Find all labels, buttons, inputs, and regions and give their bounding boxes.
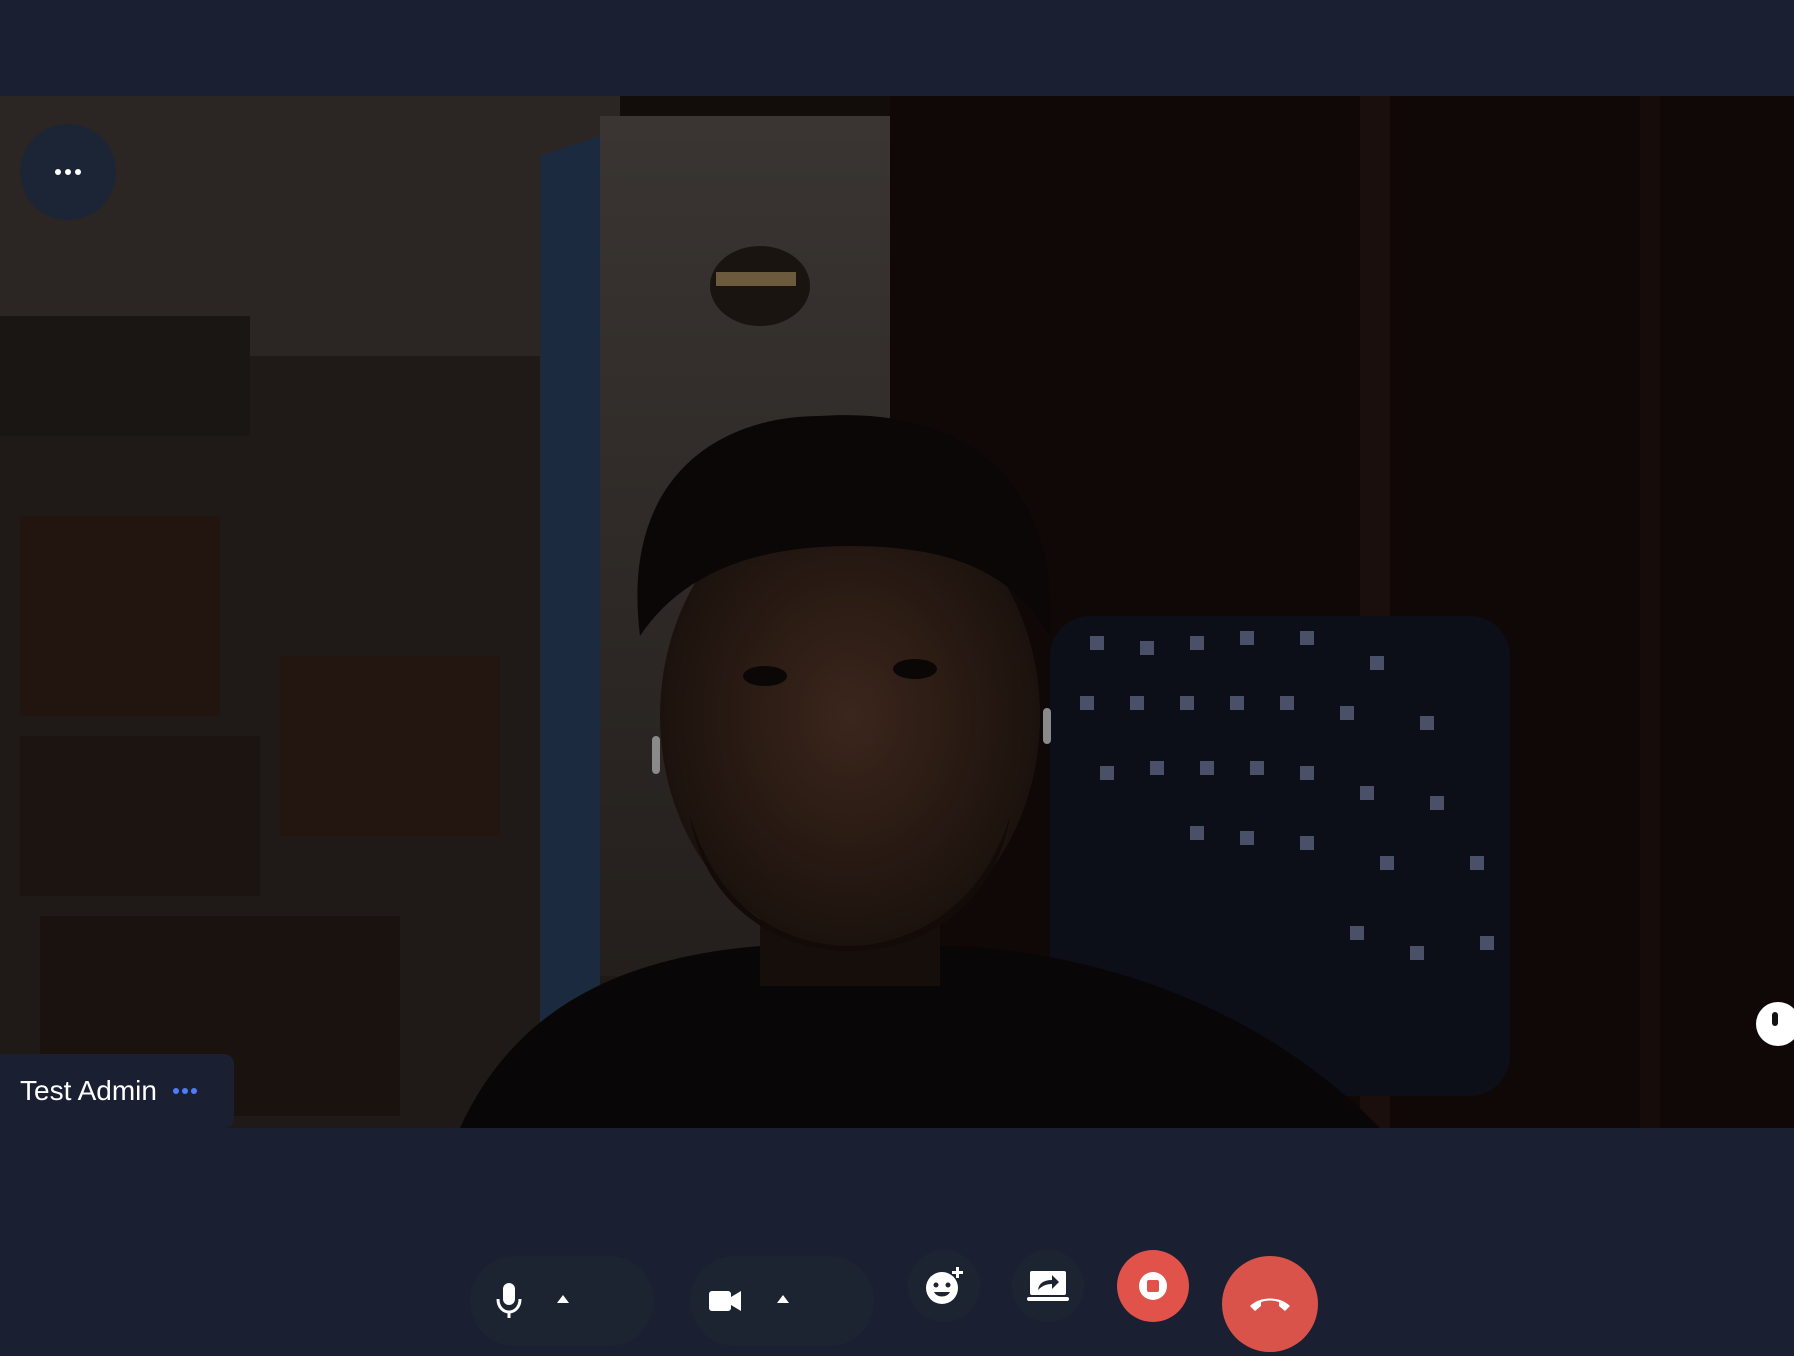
more-options-button[interactable]	[20, 124, 116, 220]
call-control-bar	[0, 1240, 1794, 1356]
share-screen-icon	[1027, 1271, 1069, 1301]
video-camera-icon[interactable]	[708, 1288, 742, 1314]
share-screen-button[interactable]	[1012, 1250, 1084, 1322]
participant-name-tag: Test Admin	[0, 1054, 234, 1128]
caret-up-icon[interactable]	[776, 1294, 790, 1304]
participant-video-tile	[0, 96, 1794, 1128]
reactions-button[interactable]	[908, 1250, 980, 1322]
microphone-control[interactable]	[470, 1256, 654, 1346]
participant-name: Test Admin	[20, 1075, 157, 1106]
stop-recording-button[interactable]	[1117, 1250, 1189, 1322]
caret-up-icon[interactable]	[556, 1294, 570, 1304]
microphone-icon[interactable]	[494, 1281, 524, 1321]
phone-hangup-icon	[1250, 1298, 1290, 1311]
emoji-add-icon	[926, 1267, 963, 1304]
partial-emoji-icon	[1756, 1002, 1794, 1046]
participant-video-feed	[0, 96, 1794, 1128]
video-call-app: Test Admin	[0, 0, 1794, 1356]
camera-control[interactable]	[690, 1256, 874, 1346]
more-horizontal-icon	[55, 169, 81, 175]
stop-icon	[1139, 1272, 1167, 1300]
leave-call-button[interactable]	[1222, 1256, 1318, 1352]
participant-more-icon[interactable]	[172, 1088, 197, 1094]
